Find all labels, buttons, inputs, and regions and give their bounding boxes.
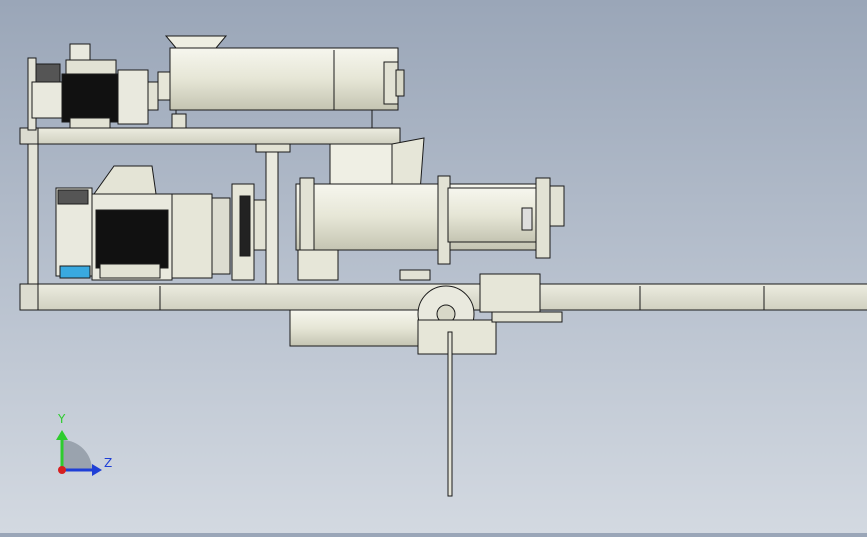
z-axis-head <box>92 464 102 476</box>
upper-motor <box>31 43 159 129</box>
x-axis-dot <box>58 466 66 474</box>
upper-screw-conveyor <box>157 35 405 129</box>
y-axis-head <box>56 430 68 440</box>
gearbox <box>417 273 563 497</box>
coordinate-triad <box>56 430 102 476</box>
triad-z-label: Z <box>104 456 113 470</box>
cad-viewport[interactable]: Y Z <box>0 0 867 533</box>
left-frame-post <box>27 143 39 285</box>
triad-y-label: Y <box>58 412 66 426</box>
model-drawing[interactable] <box>0 0 867 533</box>
lower-screw-conveyor <box>295 175 565 281</box>
lower-housing <box>289 309 421 347</box>
lower-motor <box>55 165 267 281</box>
